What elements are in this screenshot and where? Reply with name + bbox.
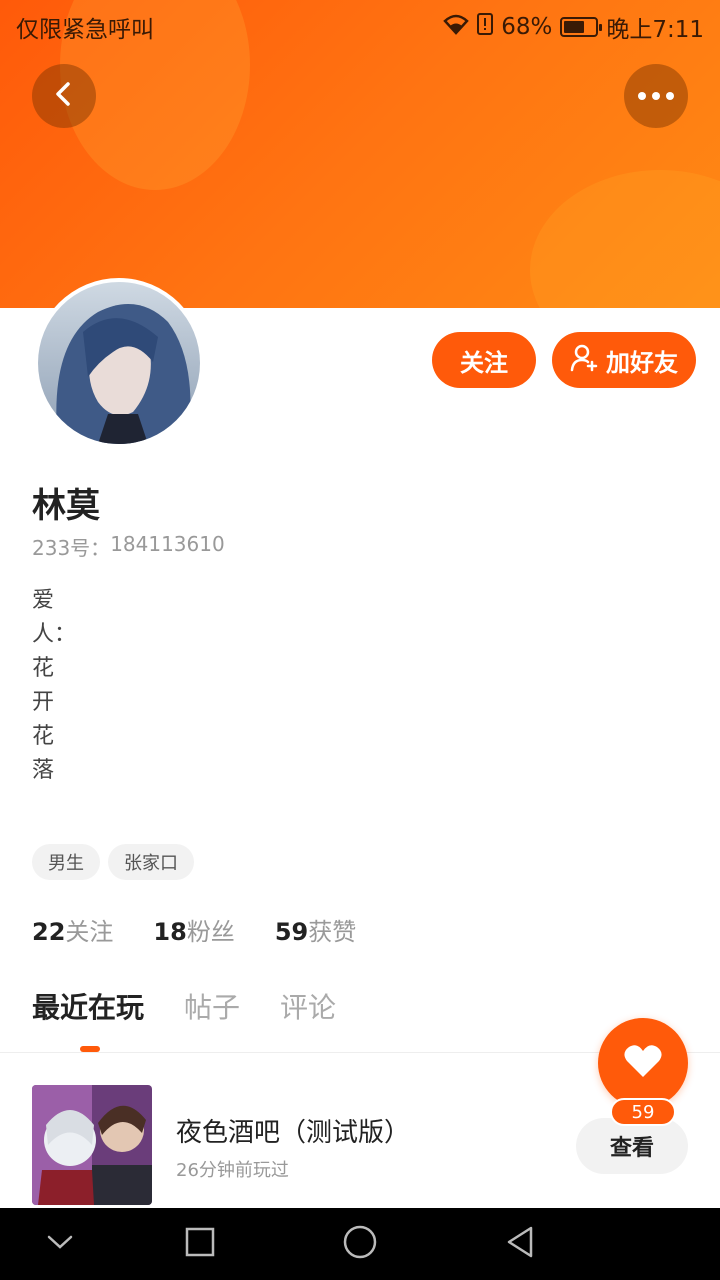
like-count-badge: 59: [610, 1098, 676, 1126]
battery-percent: 68%: [501, 14, 553, 40]
alert-icon: [477, 13, 494, 41]
stat-following[interactable]: 22关注: [32, 912, 113, 947]
game-title[interactable]: 夜色酒吧（测试版）: [176, 1112, 410, 1149]
nav-back-button[interactable]: [500, 1226, 540, 1262]
stat-likes-label: 获赞: [308, 918, 357, 946]
status-bar: 仅限紧急呼叫 68% 晚上7:11: [0, 0, 720, 50]
game-last-played: 26分钟前玩过: [176, 1160, 289, 1181]
battery-level: [564, 21, 585, 33]
stat-likes: 59获赞: [275, 912, 356, 947]
profile-id-value: 184113610: [110, 532, 225, 556]
more-icon: [638, 92, 674, 100]
tag-gender: 男生: [32, 844, 100, 880]
circle-icon: [342, 1224, 378, 1264]
add-friend-button[interactable]: 加好友: [552, 332, 696, 388]
status-icons: 68% 晚上7:11: [443, 10, 704, 44]
heart-icon: [623, 1043, 663, 1083]
stat-followers-count: 18: [153, 918, 187, 946]
game-thumbnail[interactable]: [32, 1085, 152, 1205]
profile-tabs: 最近在玩 帖子 评论: [32, 986, 336, 1026]
nav-recents-button[interactable]: [180, 1226, 220, 1262]
banner-decoration: [530, 170, 720, 308]
carrier-status: 仅限紧急呼叫: [16, 17, 154, 43]
profile-name: 林莫: [32, 486, 100, 526]
stat-followers[interactable]: 18粉丝: [153, 912, 234, 947]
triangle-back-icon: [504, 1225, 536, 1263]
wifi-icon: [443, 13, 469, 41]
avatar[interactable]: [34, 278, 204, 448]
back-button[interactable]: [32, 64, 96, 128]
back-icon: [50, 80, 78, 112]
profile-bio: 爱人：花开花落: [32, 588, 77, 783]
battery-icon: [560, 17, 603, 37]
add-friend-label: 加好友: [606, 348, 678, 377]
follow-button[interactable]: 关注: [432, 332, 536, 388]
more-button[interactable]: [624, 64, 688, 128]
chevron-down-icon: [46, 1233, 74, 1255]
tab-posts[interactable]: 帖子: [184, 986, 240, 1026]
clock: 晚上7:11: [606, 17, 704, 43]
avatar-image: [38, 282, 200, 444]
like-button[interactable]: [598, 1018, 688, 1108]
system-nav-bar: [0, 1208, 720, 1280]
profile-id: 233号： 184113610: [32, 532, 225, 561]
profile-id-label: 233号：: [32, 536, 111, 560]
nav-collapse-button[interactable]: [40, 1226, 80, 1262]
profile-stats: 22关注 18粉丝 59获赞: [32, 912, 356, 947]
view-game-button[interactable]: 查看: [576, 1118, 688, 1174]
stat-likes-count: 59: [274, 918, 309, 946]
stat-following-label: 关注: [65, 918, 114, 946]
add-friend-icon: [570, 342, 600, 378]
stat-following-count: 22: [32, 918, 66, 946]
tab-comments[interactable]: 评论: [280, 986, 336, 1026]
tab-recently-played[interactable]: 最近在玩: [32, 986, 144, 1026]
nav-home-button[interactable]: [340, 1224, 380, 1264]
stat-followers-label: 粉丝: [186, 918, 235, 946]
follow-label: 关注: [460, 348, 508, 377]
tag-location: 张家口: [108, 844, 194, 880]
square-icon: [184, 1226, 216, 1262]
profile-tags: 男生 张家口: [32, 844, 194, 880]
